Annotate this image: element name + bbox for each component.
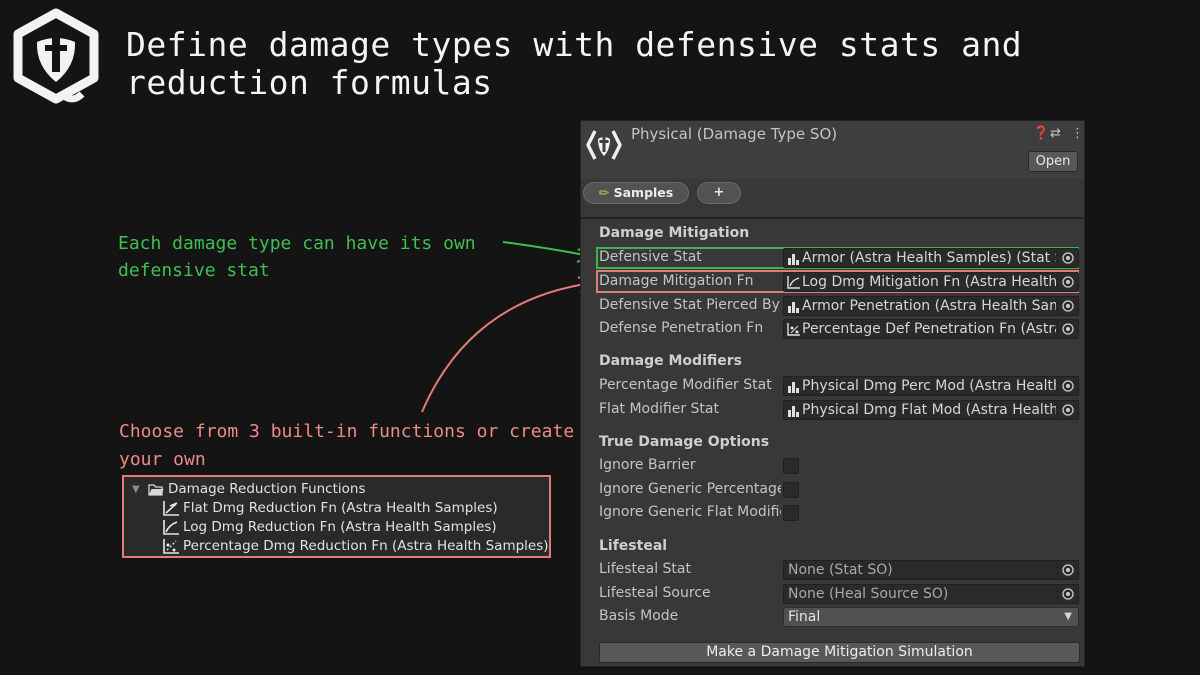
tab-samples-label: Samples <box>613 185 674 200</box>
dropdown-value: Final <box>788 609 821 625</box>
field-value: Log Dmg Mitigation Fn (Astra Health Samp… <box>802 274 1056 290</box>
object-picker-icon[interactable] <box>1057 377 1078 395</box>
scriptable-object-icon <box>586 130 622 160</box>
row-ignore-barrier: Ignore Barrier <box>595 455 1079 477</box>
row-ignore-generic-flat: Ignore Generic Flat Modifier <box>595 502 1079 524</box>
percentage-function-icon <box>787 323 800 336</box>
ignore-generic-percentage-checkbox[interactable] <box>783 482 799 498</box>
field-value: Percentage Def Penetration Fn (Astra Hea… <box>802 321 1056 337</box>
stat-bar-icon <box>788 254 799 265</box>
percentage-function-icon <box>163 539 179 554</box>
row-basis-mode: Basis Mode Final ▼ <box>595 606 1079 628</box>
row-lifesteal-stat: Lifesteal Stat None (Stat SO) <box>595 559 1079 581</box>
inspector-panel: Physical (Damage Type SO) ❓ ⇄ ⋮ Open ✏ S… <box>580 120 1085 667</box>
row-penetration-fn: Defense Penetration Fn Percentage Def Pe… <box>595 318 1079 340</box>
tree-item-label: Flat Dmg Reduction Fn (Astra Health Samp… <box>183 500 498 516</box>
row-perc-modifier: Percentage Modifier Stat Physical Dmg Pe… <box>595 375 1079 397</box>
row-mitigation-fn: Damage Mitigation Fn Log Dmg Mitigation … <box>595 271 1079 293</box>
field-label: Basis Mode <box>599 608 679 624</box>
object-picker-icon[interactable] <box>1057 273 1078 291</box>
object-picker-icon[interactable] <box>1057 249 1078 267</box>
basis-mode-dropdown[interactable]: Final ▼ <box>783 607 1079 627</box>
tree-item-flat[interactable]: Flat Dmg Reduction Fn (Astra Health Samp… <box>162 499 498 518</box>
lifesteal-stat-field[interactable]: None (Stat SO) <box>783 560 1079 580</box>
simulate-button[interactable]: Make a Damage Mitigation Simulation <box>599 642 1080 663</box>
field-label: Ignore Generic Flat Modifier <box>599 504 781 520</box>
add-tab-button[interactable]: + <box>697 182 741 204</box>
object-picker-icon[interactable] <box>1057 585 1078 603</box>
mitigation-fn-field[interactable]: Log Dmg Mitigation Fn (Astra Health Samp… <box>783 272 1079 292</box>
page-title: Define damage types with defensive stats… <box>126 25 1023 102</box>
row-pierced-by: Defensive Stat Pierced By Armor Penetrat… <box>595 295 1079 317</box>
perc-modifier-field[interactable]: Physical Dmg Perc Mod (Astra Health Samp… <box>783 376 1079 396</box>
stat-bar-icon <box>788 302 799 313</box>
ignore-generic-flat-checkbox[interactable] <box>783 505 799 521</box>
field-label: Ignore Generic Percentage <box>599 481 781 497</box>
section-damage-modifiers: Damage Modifiers <box>599 353 742 369</box>
inspector-title: Physical (Damage Type SO) <box>631 125 838 143</box>
tree-folder-row[interactable]: ▼ Damage Reduction Functions <box>132 480 366 499</box>
field-label: Ignore Barrier <box>599 457 696 473</box>
section-lifesteal: Lifesteal <box>599 538 668 554</box>
stat-bar-icon <box>788 382 799 393</box>
stat-bar-icon <box>788 406 799 417</box>
defensive-stat-field[interactable]: Armor (Astra Health Samples) (Stat SO) <box>783 248 1079 268</box>
log-function-icon <box>787 276 800 289</box>
pencil-icon: ✏ <box>598 185 610 200</box>
lifesteal-source-field[interactable]: None (Heal Source SO) <box>783 584 1079 604</box>
tree-item-log[interactable]: Log Dmg Reduction Fn (Astra Health Sampl… <box>162 518 497 537</box>
row-flat-modifier: Flat Modifier Stat Physical Dmg Flat Mod… <box>595 399 1079 421</box>
annotation-functions: Choose from 3 built-in functions or crea… <box>119 421 575 470</box>
object-picker-icon[interactable] <box>1057 561 1078 579</box>
help-icon[interactable]: ❓ <box>1033 126 1049 141</box>
log-function-icon <box>163 520 179 535</box>
field-label: Defensive Stat <box>599 249 702 265</box>
tree-item-label: Percentage Dmg Reduction Fn (Astra Healt… <box>183 538 549 554</box>
object-picker-icon[interactable] <box>1057 320 1078 338</box>
red-arrow <box>421 282 593 413</box>
folder-open-icon <box>148 483 164 496</box>
penetration-fn-field[interactable]: Percentage Def Penetration Fn (Astra Hea… <box>783 319 1079 339</box>
linear-function-icon <box>163 501 179 516</box>
more-menu-icon[interactable]: ⋮ <box>1071 126 1084 141</box>
preset-icon[interactable]: ⇄ <box>1050 126 1061 141</box>
field-value: None (Heal Source SO) <box>788 586 949 602</box>
field-label: Damage Mitigation Fn <box>599 273 754 289</box>
field-label: Defense Penetration Fn <box>599 320 764 336</box>
ignore-barrier-checkbox[interactable] <box>783 458 799 474</box>
tabs-bar: ✏ Samples + <box>581 179 1084 219</box>
tree-item-label: Log Dmg Reduction Fn (Astra Health Sampl… <box>183 519 497 535</box>
row-lifesteal-source: Lifesteal Source None (Heal Source SO) <box>595 583 1079 605</box>
field-label: Defensive Stat Pierced By <box>599 297 780 313</box>
tab-samples[interactable]: ✏ Samples <box>583 182 689 204</box>
field-label: Percentage Modifier Stat <box>599 377 772 393</box>
object-picker-icon[interactable] <box>1057 401 1078 419</box>
annotation-defensive-stat: Each damage type can have its own defens… <box>118 233 476 281</box>
field-label: Lifesteal Stat <box>599 561 691 577</box>
project-tree: ▼ Damage Reduction Functions Flat Dmg Re… <box>122 475 551 558</box>
field-value: Physical Dmg Flat Mod (Astra Health Samp… <box>802 402 1056 418</box>
field-value: Physical Dmg Perc Mod (Astra Health Samp… <box>802 378 1056 394</box>
section-true-damage: True Damage Options <box>599 434 770 450</box>
tree-item-percentage[interactable]: Percentage Dmg Reduction Fn (Astra Healt… <box>162 537 549 556</box>
row-ignore-generic-percentage: Ignore Generic Percentage <box>595 479 1079 501</box>
flat-modifier-field[interactable]: Physical Dmg Flat Mod (Astra Health Samp… <box>783 400 1079 420</box>
field-value: Armor (Astra Health Samples) (Stat SO) <box>802 250 1056 266</box>
open-button[interactable]: Open <box>1028 151 1078 172</box>
chevron-down-icon: ▼ <box>1064 611 1072 622</box>
tree-folder-label: Damage Reduction Functions <box>168 481 366 497</box>
field-label: Flat Modifier Stat <box>599 401 719 417</box>
row-defensive-stat: Defensive Stat Armor (Astra Health Sampl… <box>595 247 1079 269</box>
pierced-by-field[interactable]: Armor Penetration (Astra Health Samples) <box>783 296 1079 316</box>
shield-logo-icon <box>13 8 99 104</box>
expand-triangle-icon[interactable]: ▼ <box>132 480 144 499</box>
inspector-header: Physical (Damage Type SO) ❓ ⇄ ⋮ Open <box>581 121 1084 179</box>
section-damage-mitigation: Damage Mitigation <box>599 225 750 241</box>
field-value: Armor Penetration (Astra Health Samples) <box>802 298 1056 314</box>
field-label: Lifesteal Source <box>599 585 711 601</box>
field-value: None (Stat SO) <box>788 562 893 578</box>
object-picker-icon[interactable] <box>1057 297 1078 315</box>
